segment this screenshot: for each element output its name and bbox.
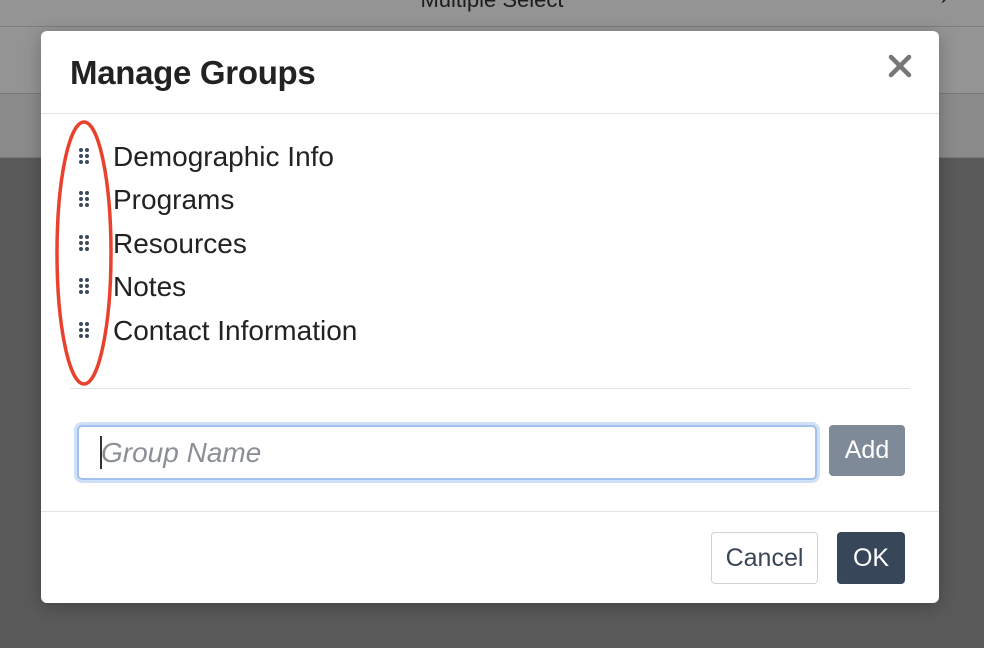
group-label: Resources — [113, 227, 247, 259]
text-cursor — [100, 436, 102, 469]
manage-groups-dialog: Manage Groups Demographic Info Programs … — [41, 31, 939, 603]
close-icon — [888, 54, 912, 78]
group-list: Demographic Info Programs Resources Note… — [41, 141, 939, 358]
modal-title: Manage Groups — [70, 54, 316, 91]
annotation-ellipse — [55, 120, 113, 386]
group-item-demographic-info[interactable]: Demographic Info — [41, 141, 939, 184]
group-item-programs[interactable]: Programs — [41, 184, 939, 227]
close-button[interactable] — [885, 51, 915, 81]
group-label: Programs — [113, 184, 235, 216]
group-name-input[interactable] — [77, 425, 817, 480]
group-label: Notes — [113, 271, 187, 303]
modal-header: Manage Groups — [41, 31, 939, 114]
group-label: Contact Information — [113, 314, 358, 346]
divider — [70, 388, 910, 389]
modal-footer: Cancel OK — [41, 511, 939, 603]
ok-button[interactable]: OK — [837, 532, 905, 584]
group-item-contact-information[interactable]: Contact Information — [41, 315, 939, 358]
group-label: Demographic Info — [113, 141, 335, 172]
add-button[interactable]: Add — [829, 425, 905, 476]
group-item-resources[interactable]: Resources — [41, 228, 939, 271]
cancel-button[interactable]: Cancel — [711, 532, 818, 584]
group-item-notes[interactable]: Notes — [41, 271, 939, 314]
